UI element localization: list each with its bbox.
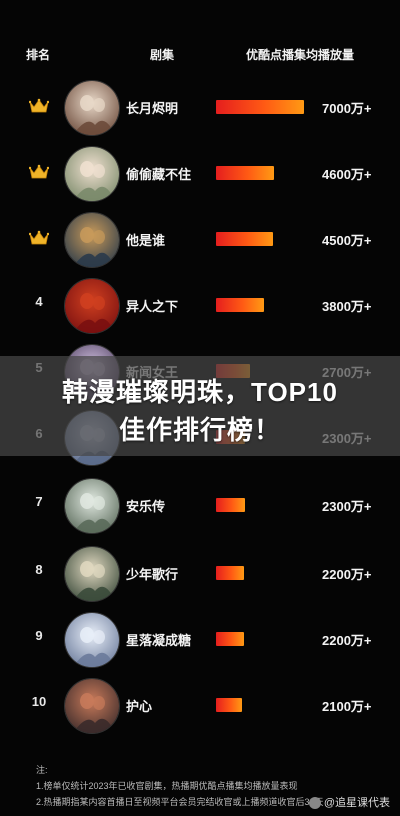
poster-thumbnail [64, 678, 120, 734]
play-count-value: 2300万+ [322, 499, 372, 514]
rank-number: 7 [35, 494, 43, 509]
play-count-bar [216, 232, 273, 246]
header-metric: 优酷点播集均播放量 [246, 48, 355, 62]
series-title: 少年歌行 [126, 567, 179, 582]
poster-thumbnail [64, 546, 120, 602]
table-header: 排名 剧集 优酷点播集均播放量 [0, 46, 400, 64]
footnote-title: 注: [36, 765, 48, 775]
header-rank: 排名 [26, 48, 51, 62]
crown-icon [28, 98, 50, 114]
play-count-value: 2200万+ [322, 567, 372, 582]
watermark: @追星课代表 [308, 794, 390, 810]
series-title: 星落凝成糖 [126, 633, 192, 648]
play-count-value: 4600万+ [322, 167, 372, 182]
title-banner: 韩漫璀璨明珠，TOP10 佳作排行榜！ [0, 356, 400, 456]
play-count-bar [216, 566, 244, 580]
list-item[interactable]: 他是谁 4500万+ [0, 206, 400, 272]
poster-thumbnail [64, 80, 120, 136]
poster-thumbnail [64, 612, 120, 668]
play-count-value: 4500万+ [322, 233, 372, 248]
play-count-value: 2100万+ [322, 699, 372, 714]
footnote-1: 1.榜单仅统计2023年已收官剧集，热播期优酷点播集均播放量表现 [36, 781, 298, 791]
series-title: 安乐传 [126, 499, 166, 514]
watermark-text: @追星课代表 [323, 797, 390, 809]
list-item[interactable]: 长月烬明 7000万+ [0, 74, 400, 140]
series-title: 他是谁 [126, 233, 166, 248]
play-count-bar [216, 100, 304, 114]
list-item[interactable]: 10 护心 2100万+ [0, 672, 400, 738]
play-count-bar [216, 166, 274, 180]
play-count-bar [216, 298, 264, 312]
list-item[interactable]: 偷偷藏不住 4600万+ [0, 140, 400, 206]
play-count-bar [216, 632, 244, 646]
banner-title-line-2: 佳作排行榜！ [118, 415, 281, 445]
rank-number: 10 [31, 694, 47, 709]
series-title: 异人之下 [126, 299, 179, 314]
banner-title-line-1: 韩漫璀璨明珠，TOP10 [62, 377, 338, 407]
play-count-bar [216, 498, 245, 512]
header-series: 剧集 [150, 48, 175, 62]
play-count-value: 2200万+ [322, 633, 372, 648]
series-title: 长月烬明 [126, 101, 179, 116]
poster-thumbnail [64, 212, 120, 268]
series-title: 护心 [126, 699, 153, 714]
crown-icon [28, 230, 50, 246]
crown-icon [28, 164, 50, 180]
list-item[interactable]: 9 星落凝成糖 2200万+ [0, 606, 400, 672]
poster-thumbnail [64, 278, 120, 334]
rank-number: 4 [35, 294, 43, 309]
play-count-value: 3800万+ [322, 299, 372, 314]
poster-thumbnail [64, 478, 120, 534]
play-count-value: 7000万+ [322, 101, 372, 116]
watermark-logo-icon [308, 797, 321, 810]
series-title: 偷偷藏不住 [126, 167, 192, 182]
poster-thumbnail [64, 146, 120, 202]
rank-number: 9 [35, 628, 43, 643]
play-count-bar [216, 698, 242, 712]
rank-number: 8 [35, 562, 43, 577]
list-item[interactable]: 4 异人之下 3800万+ [0, 272, 400, 338]
list-item[interactable]: 7 安乐传 2300万+ [0, 472, 400, 538]
list-item[interactable]: 8 少年歌行 2200万+ [0, 540, 400, 606]
